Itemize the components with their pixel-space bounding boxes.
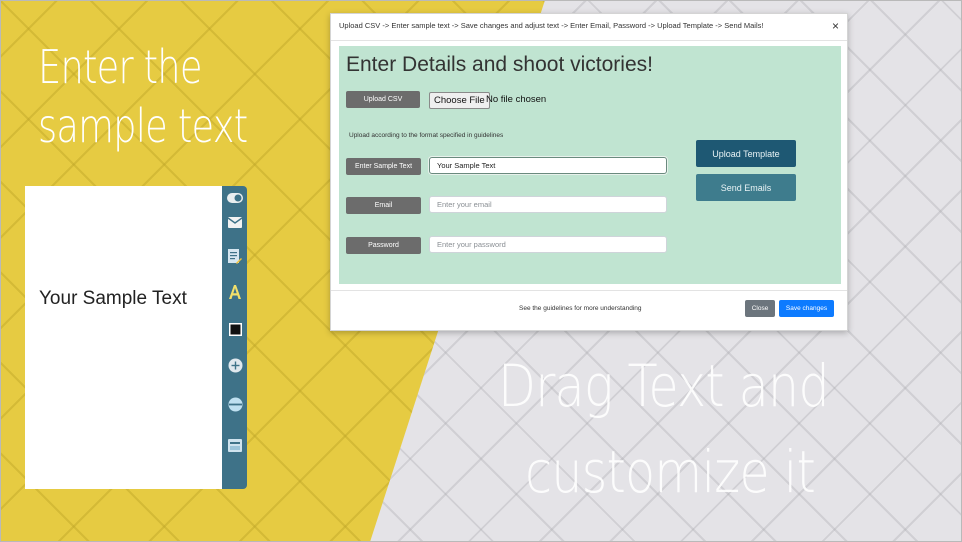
add-icon[interactable]	[227, 357, 243, 373]
design-canvas[interactable]: Your Sample Text	[25, 186, 222, 489]
modal-title: Upload CSV -> Enter sample text -> Save …	[339, 21, 764, 30]
left-heading-line1: Enter the	[38, 40, 202, 94]
password-label: Password	[346, 237, 421, 254]
choose-file-button[interactable]: Choose File	[429, 92, 490, 109]
upload-template-button[interactable]: Upload Template	[696, 140, 796, 167]
image-icon[interactable]	[227, 437, 243, 453]
form-panel: Enter Details and shoot victories! Uploa…	[339, 46, 841, 284]
close-icon[interactable]: ×	[832, 19, 839, 33]
email-field[interactable]: Enter your email	[429, 196, 667, 213]
details-modal: Upload CSV -> Enter sample text -> Save …	[330, 13, 848, 331]
minus-icon[interactable]	[227, 396, 243, 412]
mail-icon[interactable]	[227, 214, 243, 230]
guidelines-text[interactable]: See the guidelines for more understandin…	[519, 305, 642, 312]
toggle-icon[interactable]	[227, 190, 243, 206]
email-label: Email	[346, 197, 421, 214]
upload-hint: Upload according to the format specified…	[349, 132, 504, 139]
editor-toolbar	[222, 186, 247, 489]
modal-header: Upload CSV -> Enter sample text -> Save …	[331, 14, 847, 41]
send-emails-button[interactable]: Send Emails	[696, 174, 796, 201]
edit-document-icon[interactable]	[227, 249, 243, 265]
close-button[interactable]: Close	[745, 300, 775, 317]
password-field[interactable]: Enter your password	[429, 236, 667, 253]
form-heading: Enter Details and shoot victories!	[346, 53, 653, 76]
sample-text-input[interactable]: Your Sample Text	[429, 157, 667, 174]
color-swatch-icon[interactable]	[227, 321, 243, 337]
left-heading-line2: sample text	[38, 99, 248, 153]
file-status: No file chosen	[486, 94, 547, 105]
modal-footer: See the guidelines for more understandin…	[331, 290, 847, 331]
canvas-sample-text[interactable]: Your Sample Text	[39, 288, 187, 310]
right-heading-line2: customize it	[525, 438, 816, 506]
sample-text-label: Enter Sample Text	[346, 158, 421, 175]
upload-csv-label: Upload CSV	[346, 91, 420, 108]
save-changes-button[interactable]: Save changes	[779, 300, 834, 317]
font-icon[interactable]	[227, 284, 243, 300]
right-heading-line1: Drag Text and	[498, 352, 830, 420]
